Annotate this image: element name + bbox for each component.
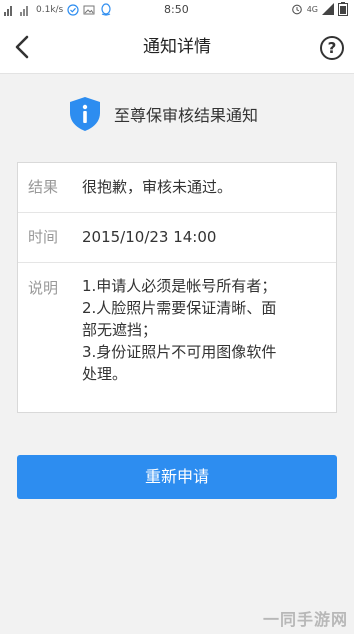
note-line: 处理。 [82,365,128,383]
status-bar: 0.1k/s 8:50 4G [0,0,354,20]
app-bar: 通知详情 ? [0,20,354,74]
sim-signal-icon [20,6,28,16]
help-button[interactable]: ? [320,36,344,60]
note-line: 3.身份证照片不可用图像软件 [82,343,277,361]
result-label: 结果 [28,178,59,196]
watermark-logo: 一同手游网 [262,610,348,629]
reapply-button[interactable]: 重新申请 [17,455,337,499]
notice-heading: 至尊保审核结果通知 [68,96,258,132]
alarm-icon [291,4,302,15]
network-speed: 0.1k/s [36,5,64,15]
result-value: 很抱歉，审核未通过。 [82,178,233,196]
note-text: 1.申请人必须是帐号所有者； 2.人脸照片需要保证清晰、面 部无遮挡； 3.身份… [82,275,330,385]
note-row: 说明 1.申请人必须是帐号所有者； 2.人脸照片需要保证清晰、面 部无遮挡； 3… [18,263,336,413]
details-card: 结果 很抱歉，审核未通过。 时间 2015/10/23 14:00 说明 1.申… [17,162,337,413]
time-row: 时间 2015/10/23 14:00 [18,213,336,263]
back-arrow-icon[interactable] [8,32,38,62]
note-line: 部无遮挡； [82,321,158,339]
signal-icon [4,6,12,16]
network-type: 4G [306,4,318,14]
time-label: 时间 [28,228,59,246]
status-right: 4G [291,2,348,16]
info-shield-icon [70,97,100,131]
cell-signal-icon [322,3,334,15]
page-title: 通知详情 [143,37,211,57]
result-row: 结果 很抱歉，审核未通过。 [18,163,336,213]
check-circle-icon [67,4,79,16]
note-label: 说明 [28,279,59,297]
image-icon [83,5,95,15]
status-time: 8:50 [164,3,189,16]
time-value: 2015/10/23 14:00 [82,228,217,246]
note-line: 1.申请人必须是帐号所有者； [82,277,277,295]
notice-heading-text: 至尊保审核结果通知 [114,106,259,125]
status-left: 0.1k/s [4,3,113,17]
qq-icon [101,3,111,16]
battery-icon [338,2,348,16]
note-line: 2.人脸照片需要保证清晰、面 [82,299,277,317]
